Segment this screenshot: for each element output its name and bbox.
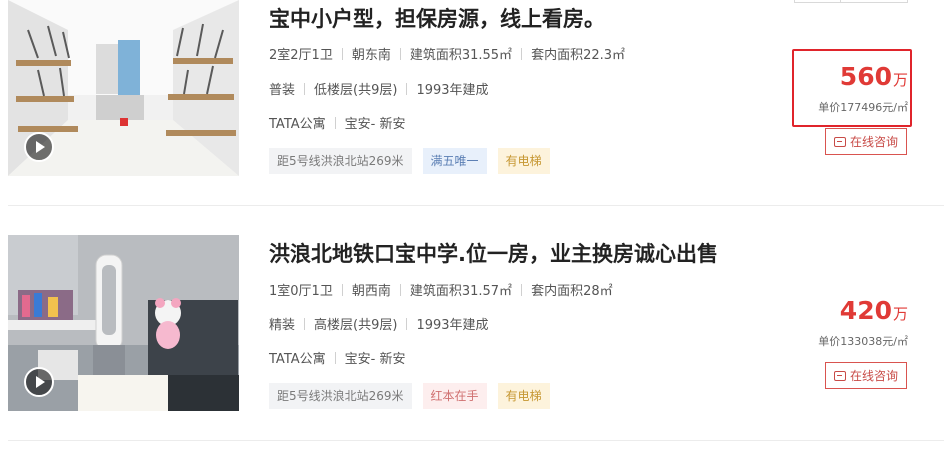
price-box: 420万 单价133038元/㎡ xyxy=(793,296,908,349)
play-video-button[interactable] xyxy=(24,367,54,397)
tag-tax: 满五唯一 xyxy=(422,148,487,174)
total-price: 420万 xyxy=(793,296,908,325)
tag-subway: 距5号线洪浪北站269米 xyxy=(269,383,412,409)
top-button-stub-right[interactable] xyxy=(840,0,908,3)
price-value: 560 xyxy=(839,62,892,91)
floor-level: 低楼层(共9层) xyxy=(314,83,398,98)
price-value: 420 xyxy=(839,296,892,325)
unit-price: 单价133038元/㎡ xyxy=(818,335,908,348)
floor-level: 高楼层(共9层) xyxy=(314,318,398,333)
listing-photo-1[interactable] xyxy=(8,0,239,176)
tag-elevator: 有电梯 xyxy=(497,383,550,409)
separator xyxy=(399,47,401,60)
listing-divider xyxy=(8,440,944,441)
price-unit: 万 xyxy=(892,71,908,89)
decoration: 精装 xyxy=(269,318,296,333)
listing-basic-info: 2室2厅1卫 朝东南 建筑面积31.55㎡ 套内面积22.3㎡ xyxy=(269,44,625,63)
total-price: 560万 xyxy=(793,62,908,91)
separator xyxy=(521,283,523,296)
online-consult-button[interactable]: 在线咨询 xyxy=(825,128,907,155)
listing-location: TATA公寓 宝安- 新安 xyxy=(269,113,405,132)
listing-tags: 距5号线洪浪北站269米 红本在手 有电梯 xyxy=(269,383,550,409)
decoration: 普装 xyxy=(269,83,296,98)
separator xyxy=(341,283,343,296)
district-link[interactable]: 宝安- 新安 xyxy=(345,348,406,367)
listing-basic-info: 1室0厅1卫 朝西南 建筑面积31.57㎡ 套内面积28㎡ xyxy=(269,280,613,299)
listing-title[interactable]: 洪浪北地铁口宝中学.位一房，业主换房诚心出售 xyxy=(269,238,718,268)
listing-tags: 距5号线洪浪北站269米 满五唯一 有电梯 xyxy=(269,148,550,174)
separator xyxy=(334,351,336,364)
play-icon xyxy=(36,141,45,153)
inner-area: 套内面积28㎡ xyxy=(531,284,613,299)
building-area: 建筑面积31.57㎡ xyxy=(409,284,513,299)
district-link[interactable]: 宝安- 新安 xyxy=(345,113,406,132)
separator xyxy=(334,116,336,129)
listing-divider xyxy=(8,205,944,206)
build-year: 1993年建成 xyxy=(416,318,489,333)
community-link[interactable]: TATA公寓 xyxy=(269,113,326,132)
separator xyxy=(304,317,306,330)
listing-location: TATA公寓 宝安- 新安 xyxy=(269,348,405,367)
play-icon xyxy=(36,376,45,388)
separator xyxy=(521,47,523,60)
listing-detail-info: 普装 低楼层(共9层) 1993年建成 xyxy=(269,79,489,98)
consult-label: 在线咨询 xyxy=(849,369,898,383)
listing-title[interactable]: 宝中小户型，担保房源，线上看房。 xyxy=(269,3,605,33)
room-layout: 2室2厅1卫 xyxy=(269,48,333,63)
price-unit: 万 xyxy=(892,305,908,323)
listing-detail-info: 精装 高楼层(共9层) 1993年建成 xyxy=(269,314,489,333)
unit-price: 单价177496元/㎡ xyxy=(818,101,908,114)
tag-elevator: 有电梯 xyxy=(497,148,550,174)
consult-label: 在线咨询 xyxy=(849,135,898,149)
listing-photo-2[interactable] xyxy=(8,235,239,411)
separator xyxy=(341,47,343,60)
tag-subway: 距5号线洪浪北站269米 xyxy=(269,148,412,174)
chat-icon xyxy=(833,136,846,147)
community-link[interactable]: TATA公寓 xyxy=(269,348,326,367)
separator xyxy=(399,283,401,296)
orientation: 朝西南 xyxy=(351,284,391,299)
price-box: 560万 单价177496元/㎡ xyxy=(793,62,908,115)
room-layout: 1室0厅1卫 xyxy=(269,284,333,299)
separator xyxy=(304,82,306,95)
separator xyxy=(406,82,408,95)
orientation: 朝东南 xyxy=(351,48,391,63)
chat-icon xyxy=(833,370,846,381)
build-year: 1993年建成 xyxy=(416,83,489,98)
play-video-button[interactable] xyxy=(24,132,54,162)
separator xyxy=(406,317,408,330)
tag-deed: 红本在手 xyxy=(422,383,487,409)
inner-area: 套内面积22.3㎡ xyxy=(531,48,626,63)
online-consult-button[interactable]: 在线咨询 xyxy=(825,362,907,389)
building-area: 建筑面积31.55㎡ xyxy=(409,48,513,63)
